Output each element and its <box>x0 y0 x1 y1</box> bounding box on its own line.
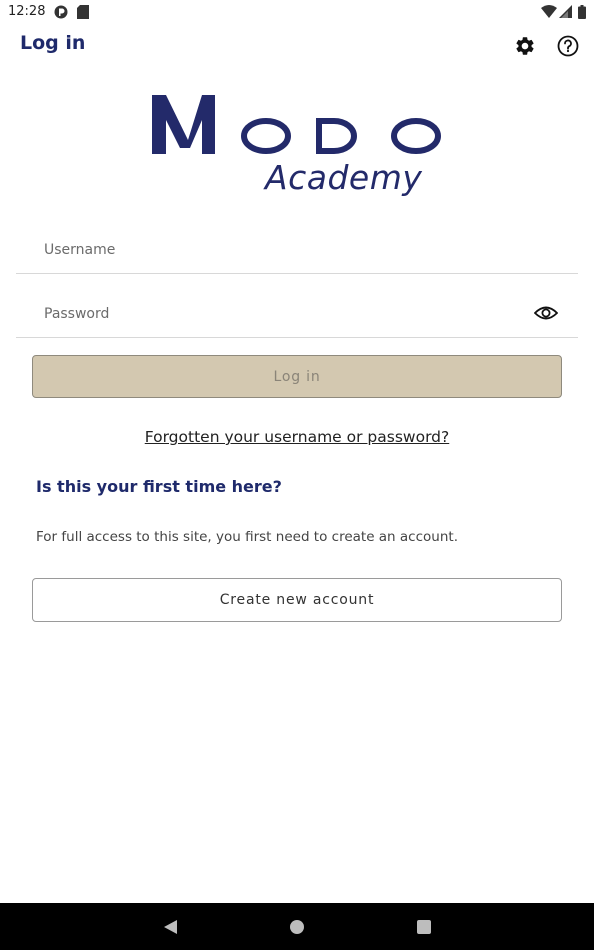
home-icon <box>290 920 304 934</box>
signal-icon <box>559 5 572 23</box>
create-account-button[interactable]: Create new account <box>32 578 562 622</box>
gear-icon <box>514 35 536 62</box>
settings-button[interactable] <box>513 36 537 60</box>
username-input[interactable] <box>16 226 578 273</box>
page-title: Log in <box>20 32 86 54</box>
forgot-credentials-link[interactable]: Forgotten your username or password? <box>0 428 594 446</box>
system-nav-bar <box>0 903 594 950</box>
password-input[interactable] <box>16 290 578 337</box>
wifi-icon <box>541 5 557 23</box>
battery-icon <box>578 5 586 24</box>
back-icon <box>164 920 177 934</box>
password-field[interactable] <box>16 290 578 338</box>
back-button[interactable] <box>160 917 180 937</box>
modo-academy-logo: Academy <box>150 92 445 202</box>
app-header: Log in <box>0 24 594 72</box>
eye-icon <box>533 306 559 320</box>
home-button[interactable] <box>287 917 307 937</box>
logo-subtitle: Academy <box>265 158 423 197</box>
recents-button[interactable] <box>414 917 434 937</box>
signup-description: For full access to this site, you first … <box>36 529 458 545</box>
status-time: 12:28 <box>8 4 46 19</box>
status-bar: 12:28 <box>0 0 594 24</box>
username-field[interactable] <box>16 226 578 274</box>
signup-heading: Is this your first time here? <box>36 477 282 496</box>
modo-wordmark <box>152 95 441 154</box>
sd-card-icon <box>77 5 89 24</box>
show-password-button[interactable] <box>533 304 560 324</box>
recents-icon <box>417 920 431 934</box>
help-button[interactable] <box>556 35 580 62</box>
help-icon <box>557 35 579 62</box>
login-button[interactable]: Log in <box>32 355 562 398</box>
notification-icon <box>54 5 68 24</box>
